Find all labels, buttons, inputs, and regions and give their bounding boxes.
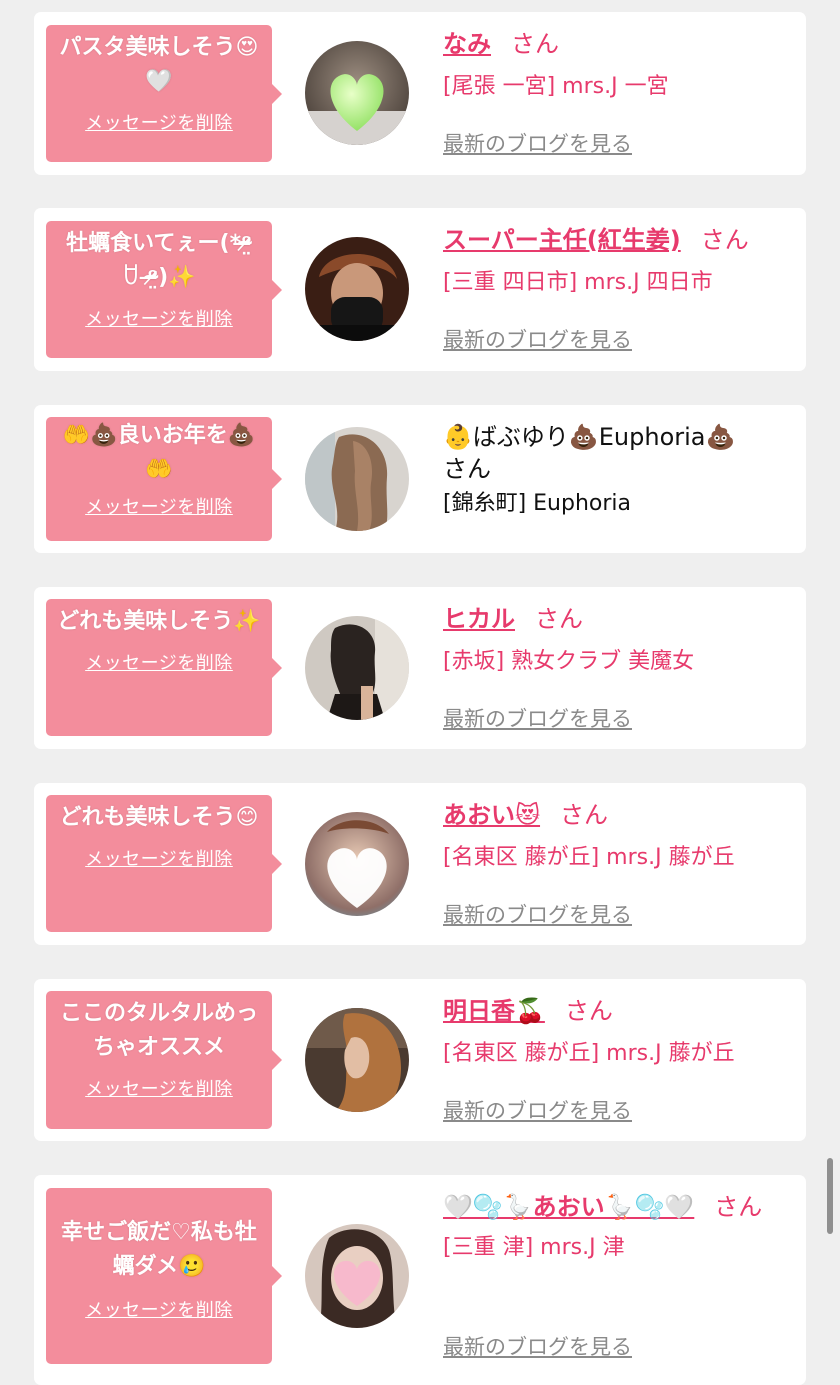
message-bubble: 牡蠣食いてぇー(*ᵒ̴̶̷̤ ꇴ ᵒ̴̶̷̤)✨ メッセージを削除	[46, 221, 282, 358]
sender-name-line: あおい😻 さん	[443, 799, 798, 831]
sender-name-line: 🤍🫧🪿あおい🪿🫧🤍 さん	[443, 1191, 798, 1223]
sender-info: スーパー主任(紅生姜) さん [三重 四日市] mrs.J 四日市	[443, 224, 798, 298]
sender-name-line: なみ さん	[443, 28, 798, 60]
sender-info: 👶ばぶゆり💩Euphoria💩 さん [錦糸町] Euphoria	[443, 421, 798, 519]
avatar-side-profile-photo	[305, 1008, 409, 1112]
message-text: パスタ美味しそう😍🤍	[59, 35, 259, 94]
sender-name-line: ヒカル さん	[443, 603, 798, 635]
delete-message-link[interactable]: メッセージを削除	[85, 845, 233, 871]
shop-label: [三重 津] mrs.J 津	[443, 1235, 625, 1260]
honorific: さん	[700, 226, 749, 254]
honorific: さん	[560, 801, 609, 829]
sender-name-link[interactable]: 🤍🫧🪿あおい🪿🫧🤍	[443, 1193, 694, 1221]
avatar[interactable]	[305, 427, 409, 531]
message-text: どれも美味しそう✨	[57, 609, 261, 634]
honorific: さん	[564, 997, 613, 1025]
sender-info: ヒカル さん [赤坂] 熟女クラブ 美魔女	[443, 603, 798, 677]
honorific: さん	[714, 1193, 763, 1221]
latest-blog-link[interactable]: 最新のブログを見る	[443, 324, 632, 354]
shop-label: [尾張 一宮] mrs.J 一宮	[443, 74, 669, 99]
avatar-hair-photo	[305, 427, 409, 531]
message-bubble: ここのタルタルめっちゃオススメ メッセージを削除	[46, 991, 282, 1129]
sender-name-link[interactable]: なみ	[443, 30, 491, 58]
sender-name-line: 明日香🍒 さん	[443, 995, 798, 1027]
avatar-heart-blur-photo	[305, 812, 409, 916]
avatar[interactable]	[305, 1008, 409, 1112]
sender-name: 👶ばぶゆり💩Euphoria💩	[443, 423, 736, 451]
delete-message-link[interactable]: メッセージを削除	[85, 493, 233, 519]
sender-info: あおい😻 さん [名東区 藤が丘] mrs.J 藤が丘	[443, 799, 798, 873]
message-card: 🤲💩良いお年を💩🤲 メッセージを削除 👶ばぶゆり💩Euphoria💩 さん [錦糸…	[34, 405, 806, 553]
latest-blog-link[interactable]: 最新のブログを見る	[443, 1331, 632, 1361]
avatar-dress-photo	[305, 616, 409, 720]
delete-message-link[interactable]: メッセージを削除	[85, 1075, 233, 1101]
message-bubble: どれも美味しそう✨ メッセージを削除	[46, 599, 282, 736]
honorific: さん	[443, 455, 491, 483]
shop-label: [赤坂] 熟女クラブ 美魔女	[443, 649, 695, 674]
scrollbar[interactable]	[827, 1158, 833, 1234]
message-text: 🤲💩良いお年を💩🤲	[62, 423, 256, 482]
avatar[interactable]	[305, 812, 409, 916]
message-bubble: 🤲💩良いお年を💩🤲 メッセージを削除	[46, 417, 282, 541]
sender-info: 🤍🫧🪿あおい🪿🫧🤍 さん [三重 津] mrs.J 津	[443, 1191, 798, 1263]
latest-blog-link[interactable]: 最新のブログを見る	[443, 1095, 632, 1125]
latest-blog-link[interactable]: 最新のブログを見る	[443, 703, 632, 733]
latest-blog-link[interactable]: 最新のブログを見る	[443, 128, 632, 158]
sender-name-link[interactable]: ヒカル	[443, 605, 515, 633]
message-card: ここのタルタルめっちゃオススメ メッセージを削除 明日香🍒 さん [名東区 藤が丘…	[34, 979, 806, 1141]
message-card: 幸せご飯だ♡私も牡蠣ダメ🥲 メッセージを削除 🤍🫧🪿あおい🪿🫧🤍 さん [三重 津…	[34, 1175, 806, 1385]
avatar[interactable]	[305, 41, 409, 145]
sender-name-line: スーパー主任(紅生姜) さん	[443, 224, 798, 256]
message-card: パスタ美味しそう😍🤍 メッセージを削除 なみ さん [尾張 一宮] mrs.J 一…	[34, 12, 806, 175]
shop-label: [錦糸町] Euphoria	[443, 491, 632, 516]
delete-message-link[interactable]: メッセージを削除	[85, 109, 233, 135]
shop-label: [名東区 藤が丘] mrs.J 藤が丘	[443, 845, 735, 870]
sender-name-link[interactable]: 明日香🍒	[443, 997, 545, 1025]
avatar-man-photo	[305, 237, 409, 341]
delete-message-link[interactable]: メッセージを削除	[85, 305, 233, 331]
avatar[interactable]	[305, 616, 409, 720]
message-card: どれも美味しそう✨ メッセージを削除 ヒカル さん [赤坂] 熟女クラブ 美魔女 …	[34, 587, 806, 749]
avatar[interactable]	[305, 237, 409, 341]
delete-message-link[interactable]: メッセージを削除	[85, 1296, 233, 1322]
shop-label: [名東区 藤が丘] mrs.J 藤が丘	[443, 1041, 735, 1066]
message-text: 牡蠣食いてぇー(*ᵒ̴̶̷̤ ꇴ ᵒ̴̶̷̤)✨	[66, 231, 252, 290]
delete-message-link[interactable]: メッセージを削除	[85, 649, 233, 675]
message-card: どれも美味しそう😊 メッセージを削除 あおい😻 さん [名東区 藤が丘] mrs.…	[34, 783, 806, 945]
message-bubble: 幸せご飯だ♡私も牡蠣ダメ🥲 メッセージを削除	[46, 1188, 282, 1364]
message-text: どれも美味しそう😊	[59, 805, 259, 830]
sender-name-link[interactable]: あおい😻	[443, 801, 540, 829]
message-card: 牡蠣食いてぇー(*ᵒ̴̶̷̤ ꇴ ᵒ̴̶̷̤)✨ メッセージを削除 スーパー主任…	[34, 208, 806, 371]
message-bubble: パスタ美味しそう😍🤍 メッセージを削除	[46, 25, 282, 162]
honorific: さん	[511, 30, 559, 58]
message-text: ここのタルタルめっちゃオススメ	[59, 1001, 258, 1060]
sender-info: なみ さん [尾張 一宮] mrs.J 一宮	[443, 28, 798, 102]
message-text: 幸せご飯だ♡私も牡蠣ダメ🥲	[61, 1220, 257, 1279]
avatar-pink-heart-photo	[305, 1224, 409, 1328]
sender-info: 明日香🍒 さん [名東区 藤が丘] mrs.J 藤が丘	[443, 995, 798, 1069]
message-bubble: どれも美味しそう😊 メッセージを削除	[46, 795, 282, 932]
honorific: さん	[535, 605, 583, 633]
avatar[interactable]	[305, 1224, 409, 1328]
sender-name-link[interactable]: スーパー主任(紅生姜)	[443, 226, 681, 254]
sender-name-line: 👶ばぶゆり💩Euphoria💩 さん	[443, 421, 798, 485]
avatar-heart-photo	[305, 41, 409, 145]
shop-label: [三重 四日市] mrs.J 四日市	[443, 270, 713, 295]
latest-blog-link[interactable]: 最新のブログを見る	[443, 899, 632, 929]
